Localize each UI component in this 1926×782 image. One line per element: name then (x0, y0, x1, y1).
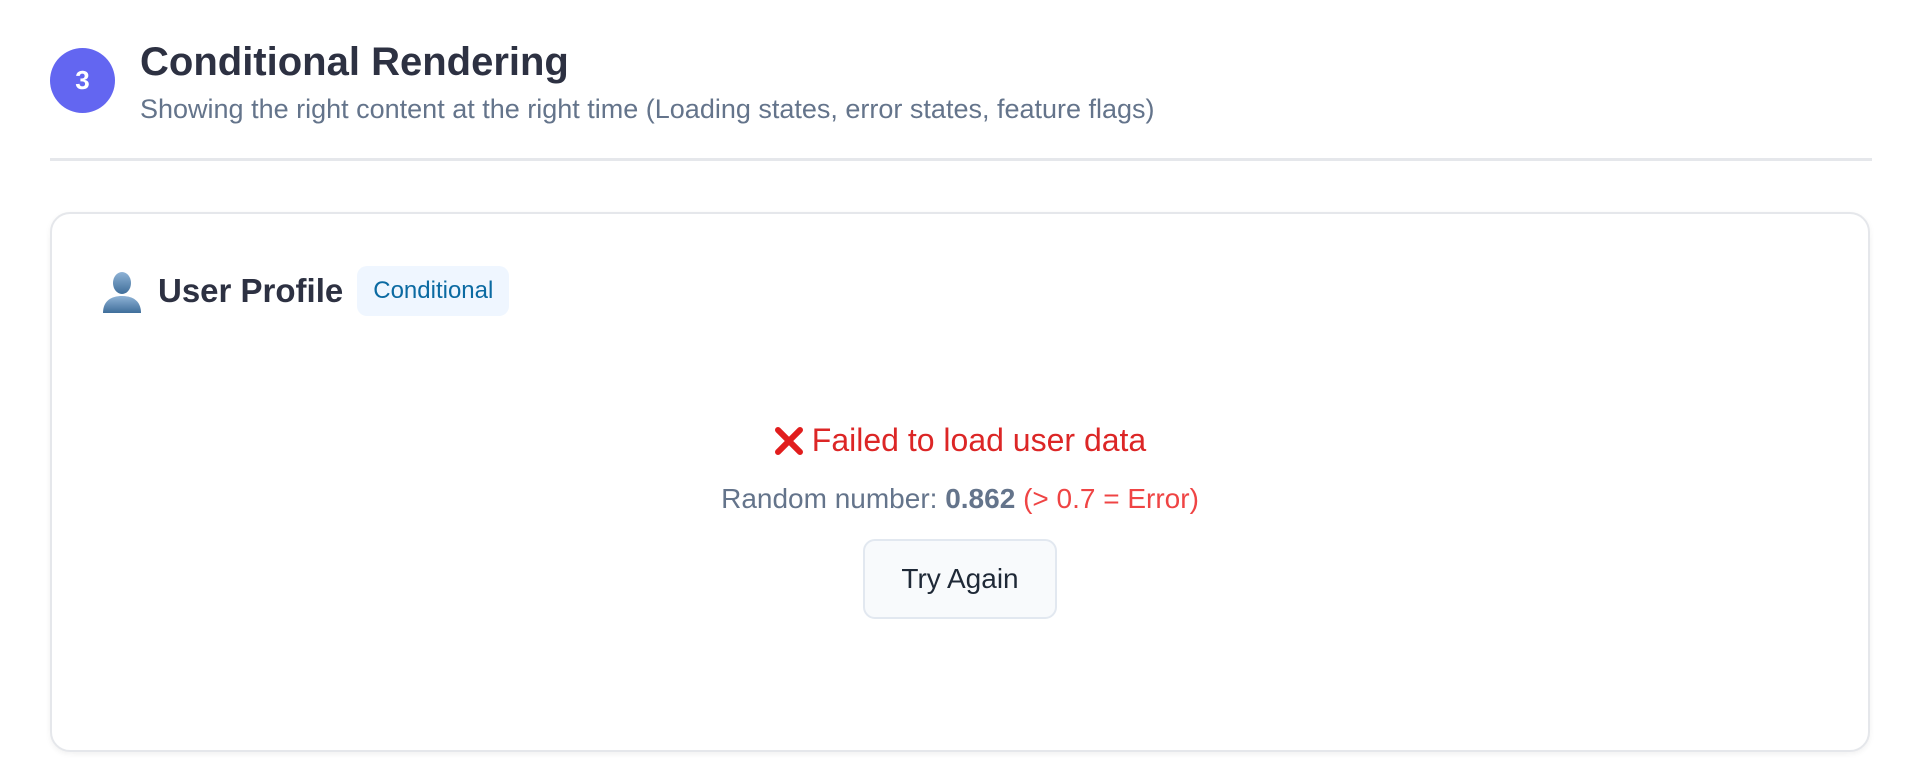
error-message: Failed to load user data (811, 422, 1147, 458)
user-profile-card: User Profile Conditional Failed to load … (50, 212, 1870, 752)
random-number-label: Random number: (721, 482, 946, 514)
random-number-note: (> 0.7 = Error) (1023, 482, 1199, 514)
card-title: User Profile (158, 272, 344, 309)
try-again-button[interactable]: Try Again (863, 538, 1057, 619)
random-number-line: Random number: 0.862 (> 0.7 = Error) (52, 483, 1868, 515)
user-silhouette-icon (100, 269, 144, 313)
conditional-tag: Conditional (357, 266, 510, 316)
red-x-icon (774, 426, 804, 456)
card-header: User Profile Conditional (100, 266, 510, 316)
random-number-value: 0.862 (945, 482, 1016, 514)
section-subtitle: Showing the right content at the right t… (140, 94, 1155, 124)
error-state: Failed to load user data Random number: … (52, 422, 1868, 619)
section-divider (50, 158, 1872, 161)
section-title: Conditional Rendering (140, 40, 569, 84)
step-number-badge: 3 (50, 48, 115, 113)
error-message-line: Failed to load user data (774, 422, 1146, 459)
